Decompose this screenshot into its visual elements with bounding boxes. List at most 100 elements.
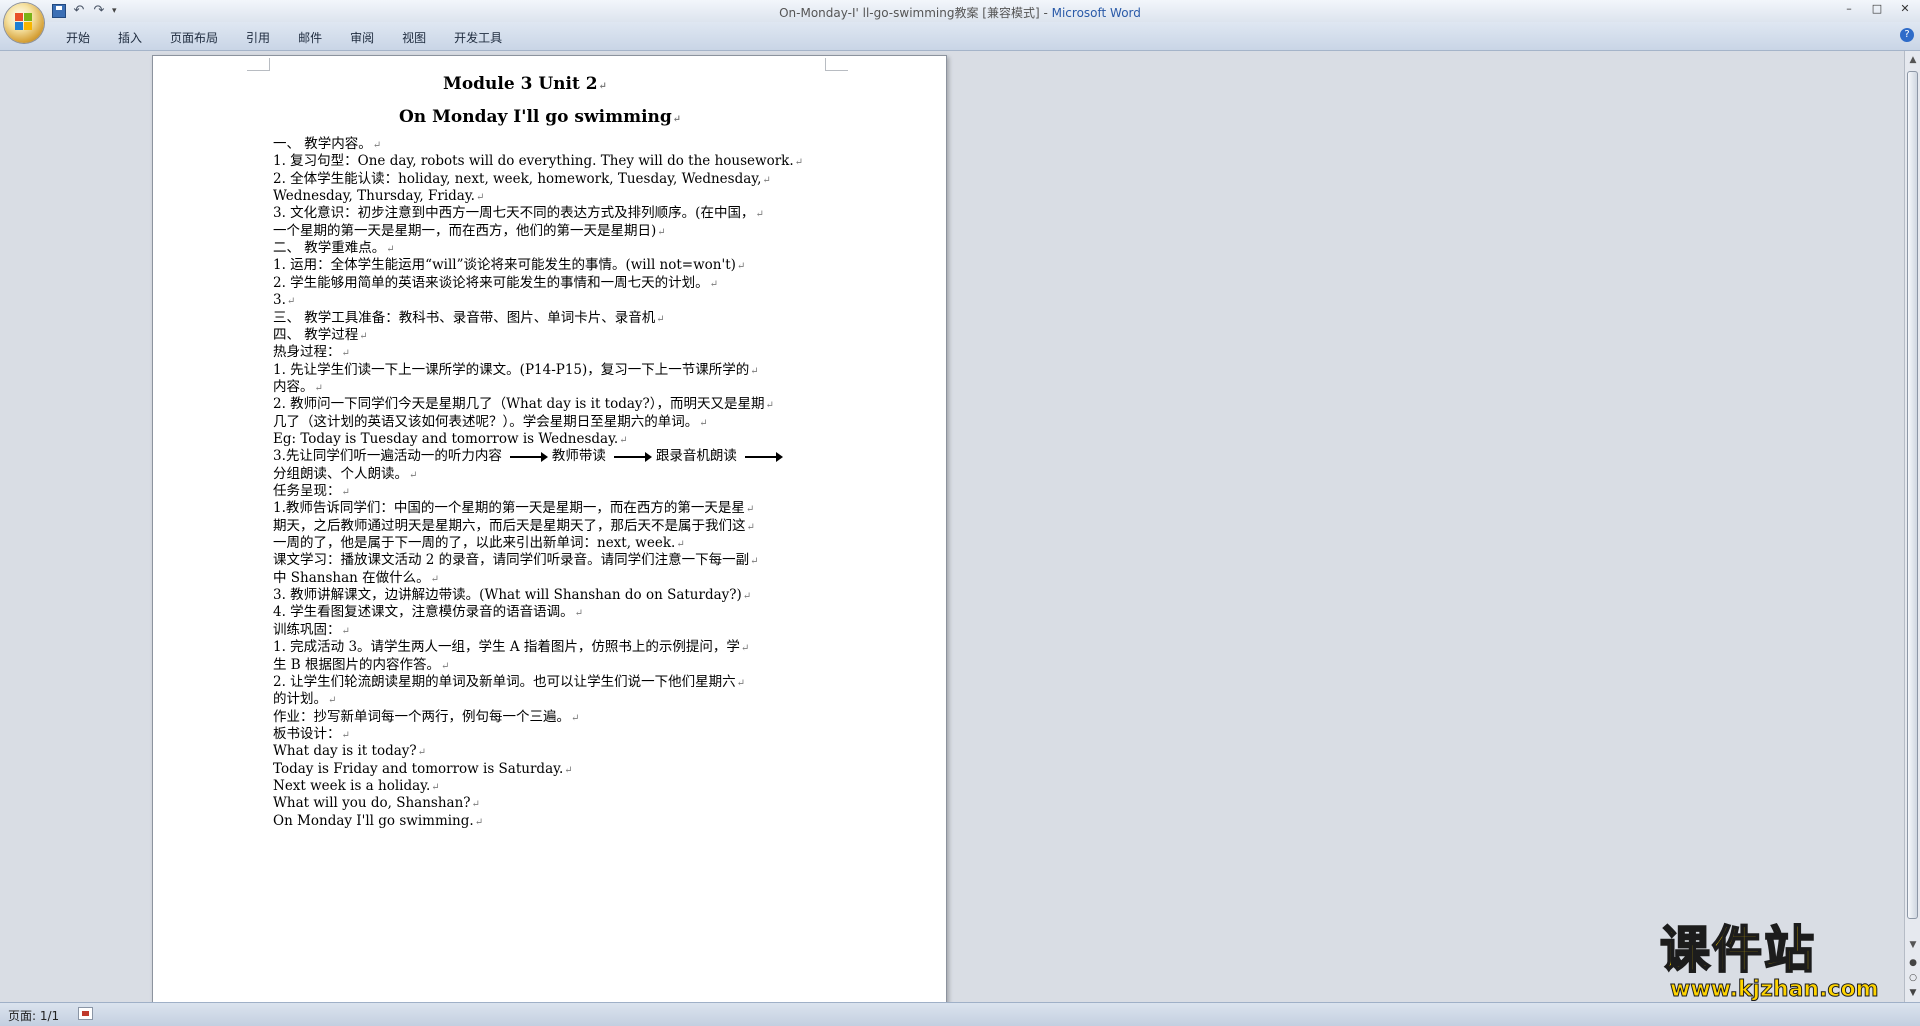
paragraph-mark-icon: ↵ [745, 504, 755, 516]
doc-line-text: 期天，之后教师通过明天是星期六，而后天是星期天了，那后天不是属于我们这 [273, 517, 746, 534]
status-bar: 页面: 1/1 [0, 1002, 1920, 1026]
tab-insert[interactable]: 插入 [104, 27, 156, 48]
doc-line-text: Next week is a holiday. [273, 777, 431, 794]
doc-line-text: 的计划。 [273, 691, 327, 708]
select-browse-object-icon[interactable]: ○ [1906, 971, 1920, 985]
doc-line-text: 4. 学生看图复述课文，注意模仿录音的语音语调。 [273, 604, 574, 621]
doc-line-text: 1. 运用：全体学生能运用“will”谈论将来可能发生的事情。(will not… [273, 257, 736, 274]
doc-line: On Monday I'll go swimming.↵ [273, 811, 483, 833]
paragraph-mark-icon: ↵ [619, 434, 628, 446]
scroll-thumb[interactable] [1907, 71, 1918, 919]
window-controls: – □ ✕ [1838, 1, 1916, 17]
right-arrow-icon [744, 451, 783, 462]
document-page[interactable]: Module 3 Unit 2↵ On Monday I'll go swimm… [152, 55, 947, 1007]
doc-line: 2. 学生能够用简单的英语来谈论将来可能发生的事情和一周七天的计划。↵ [273, 273, 718, 295]
tab-references[interactable]: 引用 [232, 27, 284, 48]
paragraph-mark-icon: ↵ [709, 278, 719, 290]
tab-developer[interactable]: 开发工具 [440, 27, 516, 48]
paragraph-mark-icon: ↵ [736, 261, 746, 273]
paragraph-mark-icon: ↵ [762, 174, 771, 186]
doc-line-text: 1. 完成活动 3。请学生两人一组，学生 A 指着图片，仿照书上的示例提问，学 [273, 639, 740, 656]
doc-line-text: 3. [273, 292, 286, 309]
doc-line-text: 3. 文化意识：初步注意到中西方一周七天不同的表达方式及排列顺序。(在中国， [273, 205, 755, 222]
paragraph-mark-icon: ↵ [657, 226, 666, 238]
paragraph-mark-icon: ↵ [328, 695, 337, 707]
crop-mark-top-right [825, 58, 848, 71]
next-page-icon[interactable]: ▼ [1906, 986, 1920, 1000]
doc-line-text: 作业：抄写新单词每一个两行，例句每一个三遍。 [273, 708, 570, 725]
doc-line-text: 1. 先让学生们读一下上一课所学的课文。(P14-P15)，复习一下上一节课所学… [273, 361, 750, 378]
paragraph-mark-icon: ↵ [386, 244, 395, 256]
paragraph-mark-icon: ↵ [564, 764, 573, 776]
paragraph-mark-icon: ↵ [750, 365, 759, 377]
page-count[interactable]: 页面: 1/1 [8, 1007, 59, 1024]
office-button[interactable] [4, 3, 44, 43]
document-workspace: Module 3 Unit 2↵ On Monday I'll go swimm… [0, 51, 1904, 1007]
doc-line-text: 1. 复习句型：One day, robots will do everythi… [273, 153, 794, 170]
maximize-button[interactable]: □ [1866, 1, 1888, 17]
doc-line-text: 任务呈现： [273, 483, 341, 499]
doc-line-text: 2. 全体学生能认读：holiday, next, week, homework… [273, 170, 762, 187]
vertical-scrollbar[interactable]: ▲ ▼ ● ○ ▼ [1904, 51, 1920, 1002]
tab-page-layout[interactable]: 页面布局 [156, 27, 232, 48]
paragraph-mark-icon: ↵ [656, 313, 665, 325]
paragraph-mark-icon: ↵ [286, 296, 296, 308]
doc-line-text: 内容。 [273, 378, 314, 395]
arrow-step-1: 3.先让同学们听一遍活动一的听力内容 [273, 448, 502, 465]
paragraph-mark-icon: ↵ [341, 625, 350, 637]
tab-review[interactable]: 审阅 [336, 27, 388, 48]
paragraph-mark-icon: ↵ [417, 747, 427, 759]
paragraph-mark-icon: ↵ [571, 712, 580, 724]
paragraph-mark-icon: ↵ [431, 781, 440, 793]
arrow-step-2: 教师带读 [551, 448, 606, 465]
doc-line-text: 板书设计： [273, 725, 341, 742]
tab-mailings[interactable]: 邮件 [284, 27, 336, 48]
doc-line-text: Wednesday, Thursday, Friday. [273, 188, 475, 205]
paragraph-mark-icon: ↵ [359, 330, 368, 342]
right-arrow-icon [613, 451, 652, 462]
proofing-icon[interactable] [78, 1007, 93, 1020]
office-logo-icon [15, 13, 33, 31]
doc-line-text: 2. 让学生们轮流朗读星期的单词及新单词。也可以让学生们说一下他们星期六 [273, 673, 736, 690]
doc-line-text: 二、 教学重难点。 [273, 240, 386, 257]
paragraph-mark-icon: ↵ [736, 677, 746, 689]
paragraph-mark-icon: ↵ [430, 573, 440, 585]
paragraph-mark-icon: ↵ [409, 469, 418, 481]
minimize-button[interactable]: – [1838, 1, 1860, 17]
doc-line-text: Eg: Today is Tuesday and tomorrow is Wed… [273, 430, 619, 447]
paragraph-mark-icon: ↵ [742, 591, 752, 603]
doc-line-text: On Monday I'll go swimming. [273, 812, 474, 829]
doc-title-1: Module 3 Unit 2↵ [443, 74, 607, 94]
doc-line-text: What will you do, Shanshan? [273, 795, 471, 812]
paragraph-mark-icon: ↵ [341, 729, 350, 741]
close-button[interactable]: ✕ [1894, 1, 1916, 17]
previous-page-icon[interactable]: ● [1906, 956, 1920, 970]
paragraph-mark-icon: ↵ [471, 799, 480, 811]
tab-view[interactable]: 视图 [388, 27, 440, 48]
scroll-down-arrow-icon[interactable]: ▼ [1906, 938, 1920, 952]
paragraph-mark-icon: ↵ [750, 556, 759, 568]
doc-line-text: 训练巩固： [273, 621, 341, 638]
doc-line-text: 2. 教师问一下同学们今天是星期几了（What day is it today?… [273, 396, 765, 413]
tab-home[interactable]: 开始 [52, 27, 104, 48]
doc-line: 1. 先让学生们读一下上一课所学的课文。(P14-P15)，复习一下上一节课所学… [273, 360, 759, 382]
help-icon[interactable]: ? [1900, 28, 1914, 42]
doc-title-2: On Monday I'll go swimming↵ [399, 107, 682, 127]
paragraph-mark-icon: ↵ [474, 816, 484, 828]
paragraph-mark-icon: ↵ [475, 192, 485, 204]
doc-line-text: 一个星期的第一天是星期一，而在西方，他们的第一天是星期日) [273, 222, 657, 239]
paragraph-mark-icon: ↵ [314, 382, 323, 394]
paragraph-mark-icon: ↵ [441, 660, 450, 672]
paragraph-mark-icon: ↵ [574, 608, 584, 620]
paragraph-mark-icon: ↵ [676, 539, 685, 551]
doc-line-text: 分组朗读、个人朗读。 [273, 465, 408, 482]
arrow-step-3: 跟录音机朗读 [655, 448, 737, 465]
watermark-logo: 课件站 www.kjzhan.com [1659, 921, 1900, 1002]
document-title: On-Monday-I' ll-go-swimming教案 [兼容模式] - [779, 6, 1052, 20]
scroll-up-arrow-icon[interactable]: ▲ [1906, 53, 1920, 67]
doc-line-text: 生 B 根据图片的内容作答。 [273, 656, 441, 673]
paragraph-mark-icon: ↵ [341, 487, 350, 498]
doc-line-text: 热身过程： [273, 344, 341, 361]
right-arrow-icon [509, 451, 548, 462]
paragraph-mark-icon: ↵ [746, 521, 755, 533]
